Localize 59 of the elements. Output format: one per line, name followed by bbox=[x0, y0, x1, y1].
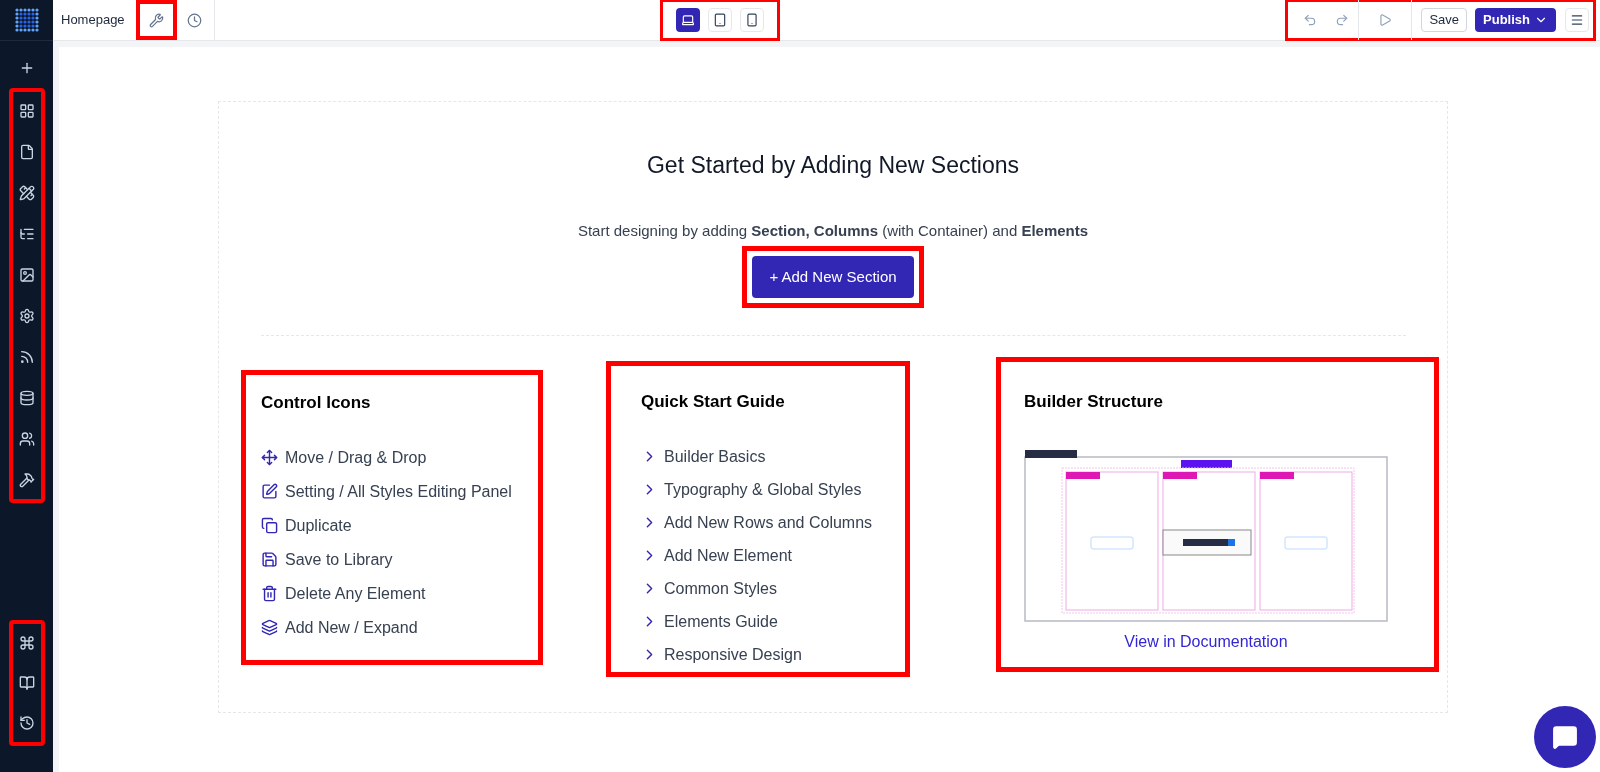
guide-link[interactable]: Builder Basics bbox=[664, 444, 766, 469]
tools-icon bbox=[18, 472, 35, 488]
pencil-ruler-icon bbox=[18, 185, 35, 201]
guide-link[interactable]: Typography & Global Styles bbox=[664, 477, 862, 502]
list-text: Add New / Expand bbox=[285, 617, 418, 638]
save-button[interactable]: Save bbox=[1421, 8, 1468, 32]
page-title: Homepage bbox=[61, 11, 125, 30]
guide-link[interactable]: Add New Element bbox=[664, 543, 793, 568]
phone-button[interactable] bbox=[740, 8, 764, 32]
list-text: Move / Drag & Drop bbox=[285, 447, 427, 468]
tools-button[interactable] bbox=[148, 12, 164, 28]
menu-icon bbox=[1570, 13, 1584, 27]
laptop-button[interactable] bbox=[676, 8, 700, 32]
heading: Get Started by Adding New Sections bbox=[646, 151, 1019, 180]
card-title: Builder Structure bbox=[1024, 391, 1164, 413]
move-icon bbox=[261, 449, 278, 466]
guide-link[interactable]: Elements Guide bbox=[664, 609, 778, 634]
list-text: Save to Library bbox=[285, 549, 393, 570]
trash-icon bbox=[261, 585, 278, 602]
add-section-button[interactable]: + Add New Section bbox=[752, 256, 914, 298]
documentation-link[interactable]: View in Documentation bbox=[1124, 629, 1288, 654]
publish-button[interactable]: Publish bbox=[1475, 8, 1556, 32]
preview-button[interactable] bbox=[1358, 0, 1413, 40]
menu-button[interactable] bbox=[1565, 8, 1589, 32]
tablet-icon bbox=[713, 13, 727, 27]
laptop-icon bbox=[681, 13, 695, 27]
tree-icon bbox=[18, 226, 35, 242]
phone-icon bbox=[745, 13, 759, 27]
clock-icon bbox=[186, 12, 202, 28]
list-text: Delete Any Element bbox=[285, 583, 426, 604]
guide-link[interactable]: Common Styles bbox=[664, 576, 777, 601]
card-title: Quick Start Guide bbox=[641, 391, 786, 413]
list-text: Setting / All Styles Editing Panel bbox=[285, 481, 512, 502]
users-icon bbox=[18, 431, 35, 447]
logo-icon bbox=[13, 7, 40, 33]
image-icon bbox=[18, 267, 35, 283]
wrench-icon bbox=[148, 12, 164, 28]
database-icon bbox=[18, 390, 35, 406]
play-icon bbox=[1378, 13, 1393, 27]
edit-icon bbox=[261, 483, 278, 500]
layers-icon bbox=[261, 619, 278, 636]
grid-icon bbox=[18, 103, 35, 119]
save-icon bbox=[261, 551, 278, 568]
tablet-button[interactable] bbox=[708, 8, 732, 32]
undo-icon bbox=[1303, 13, 1318, 27]
page-icon bbox=[18, 144, 35, 160]
list-text: Duplicate bbox=[285, 515, 352, 536]
subtitle: Start designing by adding Section, Columns (with Container) and Elements bbox=[577, 220, 1089, 241]
signal-icon bbox=[18, 349, 35, 365]
command-icon bbox=[18, 635, 35, 651]
book-icon bbox=[18, 675, 35, 691]
card-title: Control Icons bbox=[261, 392, 372, 414]
chat-icon bbox=[1552, 724, 1578, 750]
history-icon bbox=[18, 715, 35, 731]
copy-icon bbox=[261, 517, 278, 534]
settings-icon bbox=[18, 308, 35, 324]
redo-icon bbox=[1335, 13, 1350, 27]
guide-link[interactable]: Add New Rows and Columns bbox=[664, 510, 873, 535]
guide-link[interactable]: Responsive Design bbox=[664, 642, 802, 667]
